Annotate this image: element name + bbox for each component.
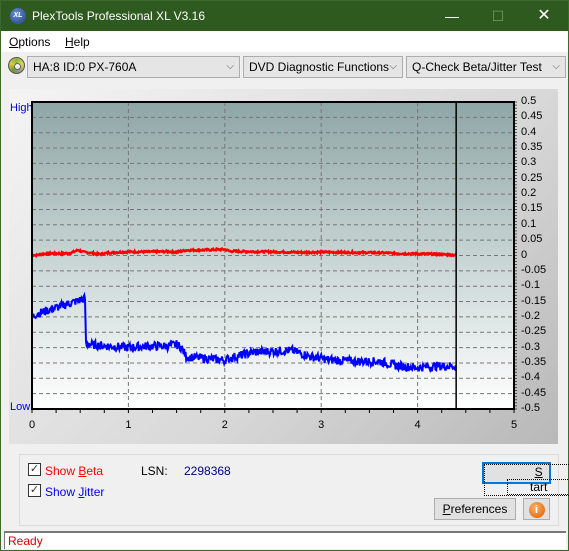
- info-icon: i: [528, 502, 545, 518]
- close-button[interactable]: ✕: [521, 1, 567, 31]
- y-tick-label: -0.2: [521, 309, 540, 322]
- y-tick-label: -0.15: [521, 294, 547, 307]
- disc-icon: [8, 57, 25, 74]
- y-tick-label: -0.35: [521, 355, 547, 368]
- status-text: Ready: [8, 534, 43, 548]
- x-tick-label: 0: [28, 419, 36, 431]
- chevron-down-icon: ⌵: [552, 61, 560, 72]
- app-window: XL PlexTools Professional XL V3.16 — ☐ ✕…: [0, 0, 569, 551]
- drive-select[interactable]: HA:8 ID:0 PX-760A ⌵: [27, 56, 240, 78]
- drive-select-value: HA:8 ID:0 PX-760A: [33, 60, 137, 74]
- chevron-down-icon: ⌵: [226, 61, 234, 72]
- y-tick-label: -0.3: [521, 340, 540, 353]
- x-tick-label: 5: [510, 419, 518, 431]
- lsn-value: 2298368: [184, 464, 231, 478]
- x-tick-label: 2: [221, 419, 228, 431]
- x-tick-label: 4: [414, 419, 421, 431]
- menu-bar: Options Help: [1, 31, 568, 52]
- minimize-button[interactable]: —: [429, 1, 475, 31]
- x-tick-label: 1: [125, 419, 132, 431]
- plextools-logo-icon: XL: [10, 8, 26, 24]
- window-title: PlexTools Professional XL V3.16: [32, 9, 205, 23]
- beta-jitter-chart: [31, 101, 517, 413]
- y-tick-label: 0.4: [521, 125, 537, 138]
- y-tick-label: 0.15: [521, 202, 543, 215]
- show-jitter-label[interactable]: Show Jitter: [45, 485, 104, 499]
- menu-help-mnemonic: H: [65, 35, 74, 49]
- toolbar: HA:8 ID:0 PX-760A ⌵ DVD Diagnostic Funct…: [1, 52, 568, 80]
- y-tick-label: 0.25: [521, 171, 543, 184]
- maximize-button[interactable]: ☐: [475, 1, 521, 31]
- status-bar: Ready: [4, 531, 566, 549]
- y-tick-label: -0.05: [521, 263, 547, 276]
- info-button[interactable]: i: [523, 498, 550, 520]
- y-tick-label: -0.5: [521, 402, 540, 414]
- show-beta-checkbox[interactable]: ✓: [28, 463, 41, 476]
- y-tick-label: 0.3: [521, 156, 537, 169]
- menu-options-mnemonic: O: [9, 35, 19, 49]
- y-tick-label: 0: [521, 248, 528, 261]
- y-tick-label: 0.35: [521, 141, 543, 154]
- show-jitter-checkbox[interactable]: ✓: [28, 484, 41, 497]
- y-tick-label: -0.1: [521, 279, 540, 292]
- title-bar: XL PlexTools Professional XL V3.16 — ☐ ✕: [1, 1, 568, 31]
- low-label: Low: [10, 401, 31, 413]
- chart-svg: [31, 101, 517, 413]
- function-select-value: DVD Diagnostic Functions: [249, 60, 390, 74]
- test-select[interactable]: Q-Check Beta/Jitter Test ⌵: [406, 56, 566, 78]
- y-tick-label: 0.1: [521, 217, 537, 230]
- menu-help[interactable]: Help: [65, 35, 90, 49]
- y-tick-label: -0.45: [521, 386, 547, 399]
- lsn-label: LSN:: [141, 464, 168, 478]
- menu-options[interactable]: Options: [9, 35, 50, 49]
- function-select[interactable]: DVD Diagnostic Functions ⌵: [243, 56, 403, 78]
- y-tick-label: -0.25: [521, 325, 547, 338]
- chevron-down-icon: ⌵: [389, 61, 397, 72]
- x-tick-label: 3: [318, 419, 325, 431]
- menu-options-label: ptions: [18, 35, 51, 49]
- y-tick-label: 0.5: [521, 95, 537, 107]
- y-tick-label: 0.2: [521, 187, 537, 200]
- y-tick-label: -0.4: [521, 371, 540, 384]
- preferences-button[interactable]: Preferences: [434, 498, 516, 520]
- show-beta-label[interactable]: Show Beta: [45, 464, 103, 478]
- menu-help-label: elp: [73, 35, 90, 49]
- high-label: High: [10, 102, 33, 114]
- test-select-value: Q-Check Beta/Jitter Test: [412, 60, 542, 74]
- y-tick-label: 0.45: [521, 110, 543, 123]
- start-button[interactable]: Start: [482, 462, 569, 496]
- y-tick-label: 0.05: [521, 233, 543, 246]
